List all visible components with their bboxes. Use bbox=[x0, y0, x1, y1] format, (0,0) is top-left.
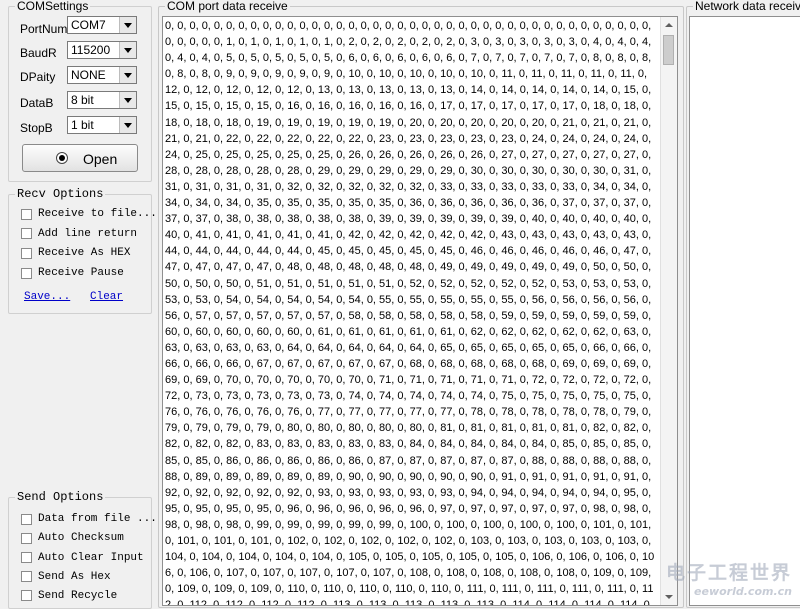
network-receive-textarea[interactable] bbox=[689, 16, 800, 606]
dpaity-value: NONE bbox=[71, 68, 106, 82]
data-from-file-label: Data from file ... bbox=[38, 513, 157, 525]
receive-to-file-label: Receive to file... bbox=[38, 208, 157, 220]
send-as-hex-checkbox[interactable] bbox=[21, 571, 32, 582]
send-recycle-label: Send Recycle bbox=[38, 590, 118, 602]
receive-pause-label: Receive Pause bbox=[38, 267, 124, 279]
baudr-value: 115200 bbox=[71, 43, 111, 57]
receive-pause-checkbox[interactable] bbox=[21, 268, 32, 279]
chevron-down-icon[interactable] bbox=[119, 92, 136, 108]
receive-as-hex-checkbox[interactable] bbox=[21, 248, 32, 259]
baudr-label: BaudR bbox=[20, 46, 57, 60]
receive-scrollbar[interactable] bbox=[660, 17, 677, 605]
stopb-value: 1 bit bbox=[71, 118, 94, 132]
com-settings-title: COMSettings bbox=[15, 0, 91, 13]
datab-value: 8 bit bbox=[71, 93, 94, 107]
receive-as-hex-label: Receive As HEX bbox=[38, 247, 131, 259]
chevron-down-icon[interactable] bbox=[119, 17, 136, 33]
chevron-down-icon[interactable] bbox=[119, 42, 136, 58]
data-from-file-checkbox[interactable] bbox=[21, 514, 32, 525]
send-recycle-checkbox[interactable] bbox=[21, 590, 32, 601]
stopb-label: StopB bbox=[20, 121, 53, 135]
auto-checksum-checkbox[interactable] bbox=[21, 533, 32, 544]
portnum-value: COM7 bbox=[71, 18, 106, 32]
radio-dot-icon bbox=[56, 152, 68, 164]
network-receive-title: Network data receive bbox=[693, 0, 800, 13]
chevron-down-icon[interactable] bbox=[119, 117, 136, 133]
send-options-title: Send Options bbox=[15, 490, 106, 504]
datab-select[interactable]: 8 bit bbox=[67, 91, 137, 109]
send-as-hex-label: Send As Hex bbox=[38, 571, 111, 583]
clear-link[interactable]: Clear bbox=[90, 291, 123, 303]
com-receive-textarea[interactable]: 0, 0, 0, 0, 0, 0, 0, 0, 0, 0, 0, 0, 0, 0… bbox=[162, 16, 678, 606]
stopb-select[interactable]: 1 bit bbox=[67, 116, 137, 134]
dpaity-select[interactable]: NONE bbox=[67, 66, 137, 84]
add-line-return-label: Add line return bbox=[38, 228, 138, 240]
dpaity-label: DPaity bbox=[20, 70, 56, 84]
scroll-down-arrow-icon[interactable] bbox=[661, 589, 677, 605]
scroll-thumb[interactable] bbox=[663, 35, 674, 65]
portnum-label: PortNum bbox=[20, 22, 68, 36]
com-receive-text: 0, 0, 0, 0, 0, 0, 0, 0, 0, 0, 0, 0, 0, 0… bbox=[165, 20, 655, 606]
scroll-up-arrow-icon[interactable] bbox=[661, 17, 677, 33]
auto-clear-input-label: Auto Clear Input bbox=[38, 552, 144, 564]
recv-options-title: Recv Options bbox=[15, 187, 106, 201]
add-line-return-checkbox[interactable] bbox=[21, 228, 32, 239]
open-label: Open bbox=[83, 151, 118, 167]
open-button[interactable]: Open bbox=[22, 144, 138, 172]
receive-to-file-checkbox[interactable] bbox=[21, 209, 32, 220]
auto-clear-input-checkbox[interactable] bbox=[21, 552, 32, 563]
portnum-select[interactable]: COM7 bbox=[67, 16, 137, 34]
datab-label: DataB bbox=[20, 96, 54, 110]
baudr-select[interactable]: 115200 bbox=[67, 41, 137, 59]
save-link[interactable]: Save... bbox=[24, 291, 70, 303]
chevron-down-icon[interactable] bbox=[119, 67, 136, 83]
com-receive-title: COM port data receive bbox=[165, 0, 290, 13]
auto-checksum-label: Auto Checksum bbox=[38, 532, 124, 544]
